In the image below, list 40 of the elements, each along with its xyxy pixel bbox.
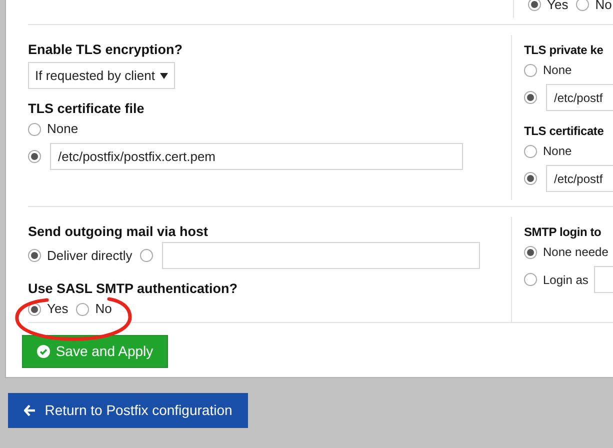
dropdown-caret-icon [160, 72, 168, 78]
radio-button[interactable] [140, 249, 154, 262]
radio-button[interactable] [528, 0, 541, 12]
field-label: Use SASL SMTP authentication? [28, 281, 239, 297]
text-field[interactable] [594, 266, 613, 293]
option-label: Deliver directly [47, 246, 132, 265]
radio-button[interactable] [524, 246, 537, 258]
check-circle-icon [36, 345, 50, 358]
radio-button[interactable] [28, 122, 41, 136]
radio-button[interactable] [524, 172, 537, 185]
radio-button[interactable] [76, 302, 90, 316]
option-label: None [47, 120, 78, 138]
option-label: No [595, 0, 612, 14]
radio-button[interactable] [576, 0, 590, 12]
radio-button[interactable] [524, 273, 537, 286]
text-field[interactable]: /etc/postf [546, 165, 613, 192]
radio-button[interactable] [28, 150, 41, 163]
field-label: Enable TLS encryption? [28, 42, 184, 58]
radio-button[interactable] [524, 144, 537, 158]
option-label: None [543, 143, 572, 160]
radio-button[interactable] [524, 91, 537, 104]
radio-button[interactable] [28, 249, 41, 262]
field-label: TLS private ke [524, 42, 604, 58]
option-label: No [95, 300, 112, 318]
field-label: SMTP login to [524, 224, 602, 240]
field-label: TLS certificate [524, 123, 605, 139]
text-field[interactable]: /etc/postf [546, 84, 613, 111]
option-label: Yes [47, 300, 68, 318]
option-label: None neede [543, 244, 608, 261]
option-label: Login as [543, 272, 588, 288]
option-label: Yes [547, 0, 568, 14]
radio-button[interactable] [524, 64, 537, 76]
select-dropdown[interactable]: If requested by client [28, 62, 175, 89]
return-button[interactable]: Return to Postfix configuration [8, 393, 248, 428]
arrow-left-icon [24, 405, 36, 416]
text-field[interactable]: /etc/postfix/postfix.cert.pem [50, 143, 463, 170]
option-label: None [543, 62, 572, 79]
text-field[interactable] [162, 242, 480, 269]
field-label: TLS certificate file [28, 101, 146, 117]
field-label: Send outgoing mail via host [28, 224, 210, 240]
